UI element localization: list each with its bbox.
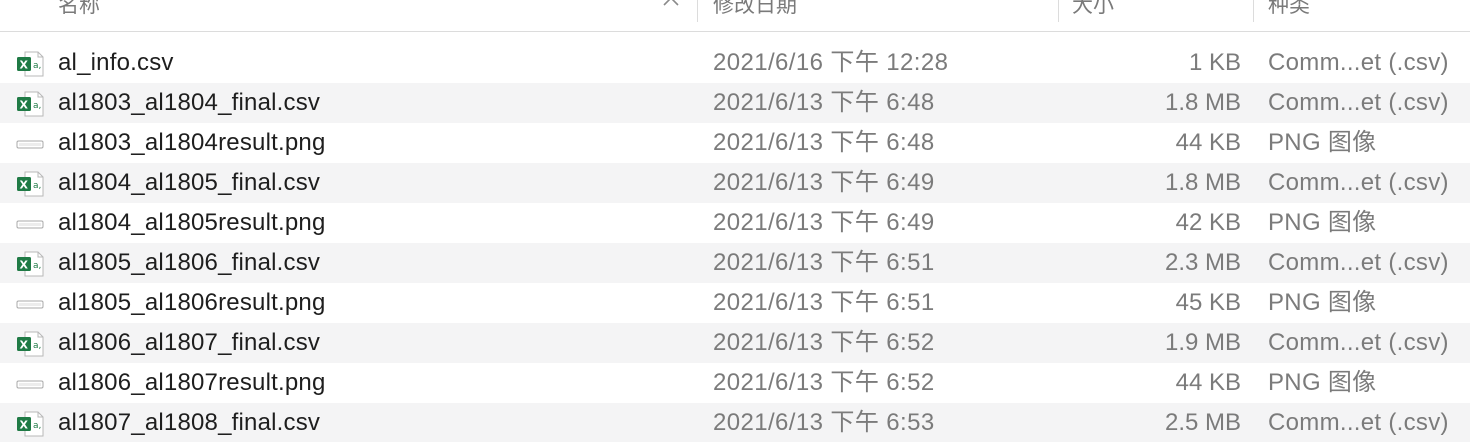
svg-text:a,: a, xyxy=(33,61,41,71)
column-separator[interactable] xyxy=(697,0,698,22)
svg-text:a,: a, xyxy=(33,181,41,191)
file-date-modified: 2021/6/13 下午 6:48 xyxy=(713,89,935,116)
file-row[interactable]: al1805_al1806result.png 2021/6/13 下午 6:51… xyxy=(0,283,1470,323)
svg-text:a,: a, xyxy=(33,261,41,271)
column-header-bar: 名称 修改日期 大小 种类 xyxy=(0,0,1470,32)
file-size: 1.8 MB xyxy=(1164,89,1241,116)
svg-text:X: X xyxy=(20,339,29,352)
file-row[interactable]: al1804_al1805result.png 2021/6/13 下午 6:49… xyxy=(0,203,1470,243)
file-size: 1.9 MB xyxy=(1164,329,1241,356)
file-row[interactable]: a, Xal1806_al1807_final.csv 2021/6/13 下午 6… xyxy=(0,323,1470,363)
column-header-size[interactable]: 大小 xyxy=(1072,0,1114,22)
column-header-date-modified[interactable]: 修改日期 xyxy=(713,0,797,22)
svg-text:X: X xyxy=(20,259,29,272)
file-name: al1805_al1806_final.csv xyxy=(58,249,321,276)
file-row[interactable]: al1803_al1804result.png 2021/6/13 下午 6:48… xyxy=(0,123,1470,163)
file-size: 45 KB xyxy=(1175,289,1241,316)
png-file-icon xyxy=(16,210,44,236)
svg-text:X: X xyxy=(20,419,29,432)
file-kind: Comm...et (.csv) xyxy=(1268,329,1449,356)
file-date-modified: 2021/6/13 下午 6:48 xyxy=(713,129,935,156)
file-kind: PNG 图像 xyxy=(1268,289,1377,316)
png-file-icon xyxy=(16,370,44,396)
png-file-icon xyxy=(16,130,44,156)
file-date-modified: 2021/6/13 下午 6:53 xyxy=(713,409,935,436)
csv-file-icon: a, X xyxy=(16,330,44,357)
file-date-modified: 2021/6/13 下午 6:51 xyxy=(713,249,935,276)
file-kind: Comm...et (.csv) xyxy=(1268,249,1449,276)
column-separator[interactable] xyxy=(1058,0,1059,22)
file-kind: Comm...et (.csv) xyxy=(1268,169,1449,196)
file-row[interactable]: a, Xal1805_al1806_final.csv 2021/6/13 下午 6… xyxy=(0,243,1470,283)
file-kind: Comm...et (.csv) xyxy=(1268,49,1449,76)
file-row[interactable]: a, Xal1807_al1808_final.csv 2021/6/13 下午 6… xyxy=(0,403,1470,442)
file-kind: PNG 图像 xyxy=(1268,129,1377,156)
file-date-modified: 2021/6/13 下午 6:52 xyxy=(713,369,935,396)
svg-text:X: X xyxy=(20,99,29,112)
file-date-modified: 2021/6/16 下午 12:28 xyxy=(713,49,949,76)
csv-file-icon: a, X xyxy=(16,170,44,197)
png-file-icon xyxy=(16,290,44,316)
sort-ascending-icon[interactable] xyxy=(662,0,680,8)
file-row[interactable]: a, Xal_info.csv 2021/6/16 下午 12:28 1 KB Comm… xyxy=(0,43,1470,83)
file-name: al1804_al1805_final.csv xyxy=(58,169,321,196)
file-kind: PNG 图像 xyxy=(1268,369,1377,396)
file-name: al1803_al1804_final.csv xyxy=(58,89,321,116)
file-date-modified: 2021/6/13 下午 6:51 xyxy=(713,289,935,316)
file-rows: a, Xal_info.csv 2021/6/16 下午 12:28 1 KB Comm… xyxy=(0,43,1470,442)
file-row[interactable]: a, Xal1804_al1805_final.csv 2021/6/13 下午 6… xyxy=(0,163,1470,203)
file-size: 1 KB xyxy=(1188,49,1241,76)
file-size: 44 KB xyxy=(1175,369,1241,396)
file-kind: PNG 图像 xyxy=(1268,209,1377,236)
csv-file-icon: a, X xyxy=(16,90,44,117)
file-size: 2.3 MB xyxy=(1164,249,1241,276)
csv-file-icon: a, X xyxy=(16,50,44,77)
file-size: 44 KB xyxy=(1175,129,1241,156)
file-size: 42 KB xyxy=(1175,209,1241,236)
file-name: al1806_al1807result.png xyxy=(58,369,326,396)
file-size: 1.8 MB xyxy=(1164,169,1241,196)
column-separator[interactable] xyxy=(1253,0,1254,22)
file-name: al_info.csv xyxy=(58,49,174,76)
file-date-modified: 2021/6/13 下午 6:49 xyxy=(713,169,935,196)
column-header-name[interactable]: 名称 xyxy=(58,0,100,22)
file-row[interactable]: al1806_al1807result.png 2021/6/13 下午 6:52… xyxy=(0,363,1470,403)
file-date-modified: 2021/6/13 下午 6:49 xyxy=(713,209,935,236)
file-size: 2.5 MB xyxy=(1164,409,1241,436)
csv-file-icon: a, X xyxy=(16,250,44,277)
svg-text:a,: a, xyxy=(33,341,41,351)
file-name: al1803_al1804result.png xyxy=(58,129,326,156)
file-name: al1807_al1808_final.csv xyxy=(58,409,321,436)
svg-text:X: X xyxy=(20,59,29,72)
svg-text:a,: a, xyxy=(33,101,41,111)
file-kind: Comm...et (.csv) xyxy=(1268,409,1449,436)
file-list-view: 名称 修改日期 大小 种类 a, Xal_info.csv 2021/6/16 下午… xyxy=(0,0,1470,442)
file-date-modified: 2021/6/13 下午 6:52 xyxy=(713,329,935,356)
file-name: al1804_al1805result.png xyxy=(58,209,326,236)
file-name: al1805_al1806result.png xyxy=(58,289,326,316)
file-kind: Comm...et (.csv) xyxy=(1268,89,1449,116)
svg-text:a,: a, xyxy=(33,421,41,431)
file-name: al1806_al1807_final.csv xyxy=(58,329,321,356)
csv-file-icon: a, X xyxy=(16,410,44,437)
column-header-kind[interactable]: 种类 xyxy=(1268,0,1310,22)
file-row[interactable]: a, Xal1803_al1804_final.csv 2021/6/13 下午 6… xyxy=(0,83,1470,123)
svg-text:X: X xyxy=(20,179,29,192)
